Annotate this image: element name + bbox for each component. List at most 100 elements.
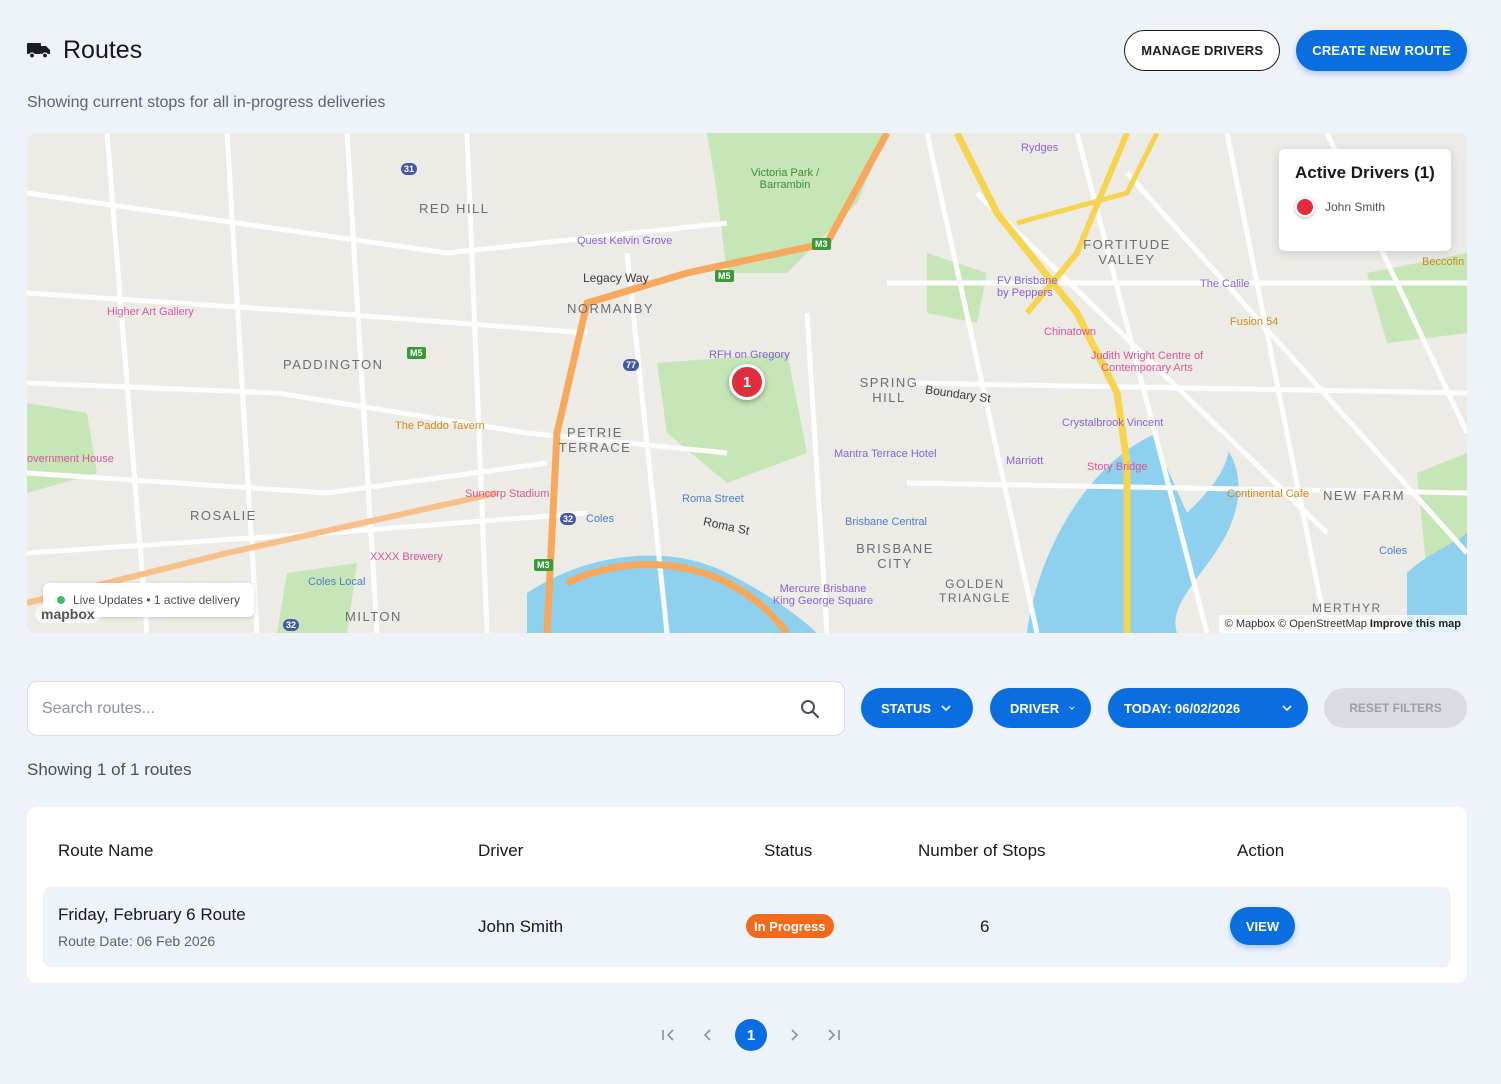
- map-label-legacy-way: Legacy Way: [583, 271, 649, 285]
- road-shield-m3: M3: [812, 238, 831, 250]
- map-label-petrie-terrace: PETRIE TERRACE: [558, 425, 632, 455]
- driver-filter-button[interactable]: DRIVER: [990, 688, 1091, 728]
- poi-beccofino: Beccofin: [1422, 256, 1465, 268]
- poi-marriott: Marriott: [1006, 455, 1044, 467]
- poi-coles-local: Coles Local: [308, 576, 366, 588]
- search-input[interactable]: [42, 699, 800, 718]
- poi-the-calile: The Calile: [1200, 278, 1250, 290]
- improve-map-link[interactable]: Improve this map: [1370, 618, 1461, 630]
- header-actions: MANAGE DRIVERS CREATE NEW ROUTE: [1124, 29, 1467, 71]
- results-count: Showing 1 of 1 routes: [27, 760, 192, 779]
- first-page-icon[interactable]: [655, 1022, 681, 1048]
- column-header-route-name[interactable]: Route Name: [58, 841, 153, 861]
- map-label-rosalie: ROSALIE: [190, 508, 257, 523]
- column-header-stops[interactable]: Number of Stops: [918, 841, 1046, 861]
- driver-legend-name: John Smith: [1325, 200, 1386, 214]
- poi-story-bridge: Story Bridge: [1087, 461, 1148, 473]
- routes-table: Route Name Driver Status Number of Stops…: [27, 807, 1467, 983]
- poi-coles: Coles: [586, 513, 615, 525]
- active-drivers-panel: Active Drivers (1) John Smith: [1279, 149, 1451, 251]
- map-label-spring-hill: SPRING HILL: [859, 375, 919, 405]
- poi-chinatown: Chinatown: [1044, 326, 1096, 338]
- map-label-golden-triangle: GOLDEN TRIANGLE: [938, 577, 1011, 605]
- chevron-down-icon: [1069, 706, 1075, 710]
- route-driver: John Smith: [478, 917, 564, 936]
- column-header-action: Action: [1237, 841, 1285, 860]
- table-row[interactable]: Friday, February 6 Route Route Date: 06 …: [43, 887, 1451, 967]
- map-label-normanby: NORMANBY: [567, 301, 655, 316]
- poi-crystalbrook: Crystalbrook Vincent: [1062, 417, 1164, 429]
- map-label-merthyr: MERTHYR: [1312, 601, 1382, 615]
- route-name: Friday, February 6 Route: [58, 905, 246, 924]
- pagination: 1: [655, 1018, 847, 1052]
- poi-xxxx-brewery: XXXX Brewery: [370, 551, 443, 563]
- road-shield-32: 32: [560, 513, 577, 525]
- search-icon[interactable]: [800, 699, 820, 719]
- map-label-brisbane-city: BRISBANE CITY: [856, 541, 934, 571]
- route-stop-marker[interactable]: 1: [729, 364, 765, 400]
- road-shield-77: 77: [623, 359, 640, 371]
- date-filter-button[interactable]: TODAY: 06/02/2026: [1108, 688, 1308, 728]
- mapbox-logo[interactable]: mapbox: [35, 605, 101, 623]
- poi-victoria-park: Victoria Park / Barrambin: [750, 167, 820, 191]
- poi-continental-cafe: Continental Cafe: [1227, 488, 1309, 500]
- live-updates-text: Live Updates • 1 active delivery: [73, 593, 240, 607]
- poi-rfh-on-gregory: RFH on Gregory: [709, 349, 790, 361]
- routes-map[interactable]: RED HILL PADDINGTON NORMANBY PETRIE TERR…: [27, 133, 1467, 633]
- create-route-button[interactable]: CREATE NEW ROUTE: [1296, 29, 1467, 71]
- search-box: [27, 681, 845, 736]
- truck-icon: [27, 43, 50, 59]
- poi-higher-art-gallery: Higher Art Gallery: [107, 306, 194, 318]
- map-label-red-hill: RED HILL: [419, 201, 490, 216]
- map-label-paddington: PADDINGTON: [283, 357, 384, 372]
- status-filter-button[interactable]: STATUS: [861, 688, 973, 728]
- next-page-icon[interactable]: [781, 1022, 807, 1048]
- driver-filter-label: DRIVER: [1010, 700, 1060, 716]
- poi-fv-brisbane: FV Brisbane by Peppers: [997, 275, 1058, 299]
- live-status-dot: [57, 596, 65, 604]
- manage-drivers-button[interactable]: MANAGE DRIVERS: [1124, 29, 1281, 71]
- driver-color-dot: [1295, 197, 1315, 217]
- page-header: Routes MANAGE DRIVERS CREATE NEW ROUTE: [27, 28, 1467, 72]
- poi-mercure: Mercure Brisbane King George Square: [772, 583, 874, 607]
- column-header-status[interactable]: Status: [764, 841, 812, 861]
- road-shield-m3-south: M3: [534, 559, 553, 571]
- poi-judith-wright: Judith Wright Centre of Contemporary Art…: [1090, 350, 1204, 374]
- chevron-down-icon: [941, 705, 951, 712]
- current-page-button[interactable]: 1: [735, 1019, 767, 1051]
- road-shield-32-south: 32: [283, 619, 300, 631]
- status-badge: In Progress: [746, 914, 834, 938]
- status-filter-label: STATUS: [881, 700, 932, 716]
- map-label-milton: MILTON: [345, 609, 402, 624]
- route-date: Route Date: 06 Feb 2026: [58, 933, 216, 949]
- page-title: Routes: [63, 35, 143, 64]
- road-shield-31: 31: [401, 163, 418, 175]
- chevron-down-icon: [1282, 705, 1292, 712]
- road-shield-m5-west: M5: [407, 347, 426, 359]
- route-stops-count: 6: [980, 917, 990, 936]
- map-attribution: © Mapbox © OpenStreetMap Improve this ma…: [1218, 615, 1467, 633]
- poi-roma-street: Roma Street: [682, 493, 744, 505]
- poi-fusion-54: Fusion 54: [1230, 316, 1279, 328]
- page-subtitle: Showing current stops for all in-progres…: [27, 94, 386, 111]
- reset-filters-button[interactable]: RESET FILTERS: [1324, 688, 1467, 728]
- active-drivers-title: Active Drivers (1): [1295, 163, 1435, 182]
- last-page-icon[interactable]: [821, 1022, 847, 1048]
- poi-government-house: overnment House: [27, 453, 114, 465]
- poi-quest-kelvin-grove: Quest Kelvin Grove: [577, 235, 673, 247]
- date-filter-label: TODAY: 06/02/2026: [1124, 700, 1241, 716]
- poi-coles-new-farm: Coles: [1379, 545, 1408, 557]
- driver-legend-item[interactable]: John Smith: [1295, 197, 1435, 217]
- poi-mantra-terrace: Mantra Terrace Hotel: [834, 448, 937, 460]
- road-shield-m5: M5: [715, 270, 734, 282]
- previous-page-icon[interactable]: [695, 1022, 721, 1048]
- poi-rydges: Rydges: [1021, 142, 1059, 154]
- column-header-driver[interactable]: Driver: [478, 841, 523, 861]
- map-label-fortitude-valley: FORTITUDE VALLEY: [1083, 237, 1171, 267]
- view-route-button[interactable]: VIEW: [1230, 907, 1295, 945]
- poi-suncorp-stadium: Suncorp Stadium: [465, 488, 550, 500]
- attribution-text[interactable]: © Mapbox © OpenStreetMap: [1225, 618, 1367, 630]
- poi-brisbane-central: Brisbane Central: [845, 516, 927, 528]
- map-label-new-farm: NEW FARM: [1323, 488, 1406, 503]
- poi-paddo-tavern: The Paddo Tavern: [395, 420, 485, 432]
